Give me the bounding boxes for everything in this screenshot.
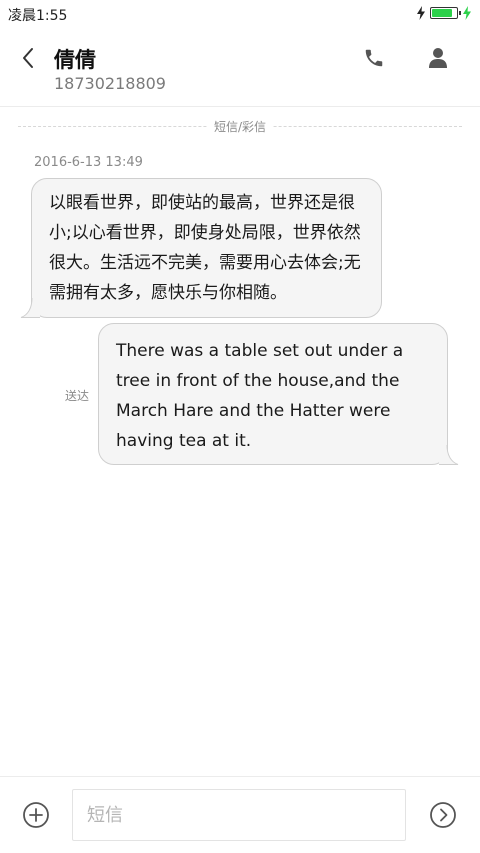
message-input[interactable] [72, 789, 406, 841]
contact-details-button[interactable] [424, 44, 452, 72]
divider-label: 短信/彩信 [207, 118, 273, 135]
bubble-tail [20, 298, 40, 318]
plus-circle-icon[interactable] [22, 801, 50, 829]
bubble-tail [439, 445, 459, 465]
call-button[interactable] [360, 44, 388, 72]
contact-number: 18730218809 [54, 74, 166, 93]
back-button[interactable] [14, 44, 42, 72]
incoming-message-text: 以眼看世界，即使站的最高，世界还是很小;以心看世界，即使身处局限，世界依然很大。… [49, 193, 361, 303]
message-timestamp: 2016-6-13 13:49 [34, 155, 143, 170]
message-composer [0, 776, 480, 853]
outgoing-message-text: There was a table set out under a tree i… [116, 341, 404, 451]
charging-bolt-icon [417, 6, 425, 20]
status-indicators [416, 6, 472, 20]
battery-icon [430, 7, 461, 19]
send-arrow-icon[interactable] [429, 801, 457, 829]
outgoing-message-bubble[interactable]: There was a table set out under a tree i… [98, 323, 459, 465]
battery-fill [432, 9, 453, 17]
sms-mms-divider: 短信/彩信 [18, 118, 462, 136]
incoming-message-bubble[interactable]: 以眼看世界，即使站的最高，世界还是很小;以心看世界，即使身处局限，世界依然很大。… [20, 178, 382, 318]
status-time: 凌晨1:55 [8, 8, 68, 24]
person-icon [429, 48, 447, 68]
status-bar: 凌晨1:55 [0, 0, 480, 28]
messaging-screen: 凌晨1:55 倩倩 18730218809 短信/彩信 2016-6-13 13… [0, 0, 480, 853]
conversation-header: 倩倩 18730218809 [0, 28, 480, 107]
contact-name: 倩倩 [54, 48, 96, 72]
battery-cap [459, 11, 461, 15]
charging-bolt-green-icon [463, 6, 471, 20]
phone-icon [365, 49, 383, 67]
delivery-status: 送达 [65, 389, 90, 403]
chevron-left-icon [23, 48, 33, 68]
